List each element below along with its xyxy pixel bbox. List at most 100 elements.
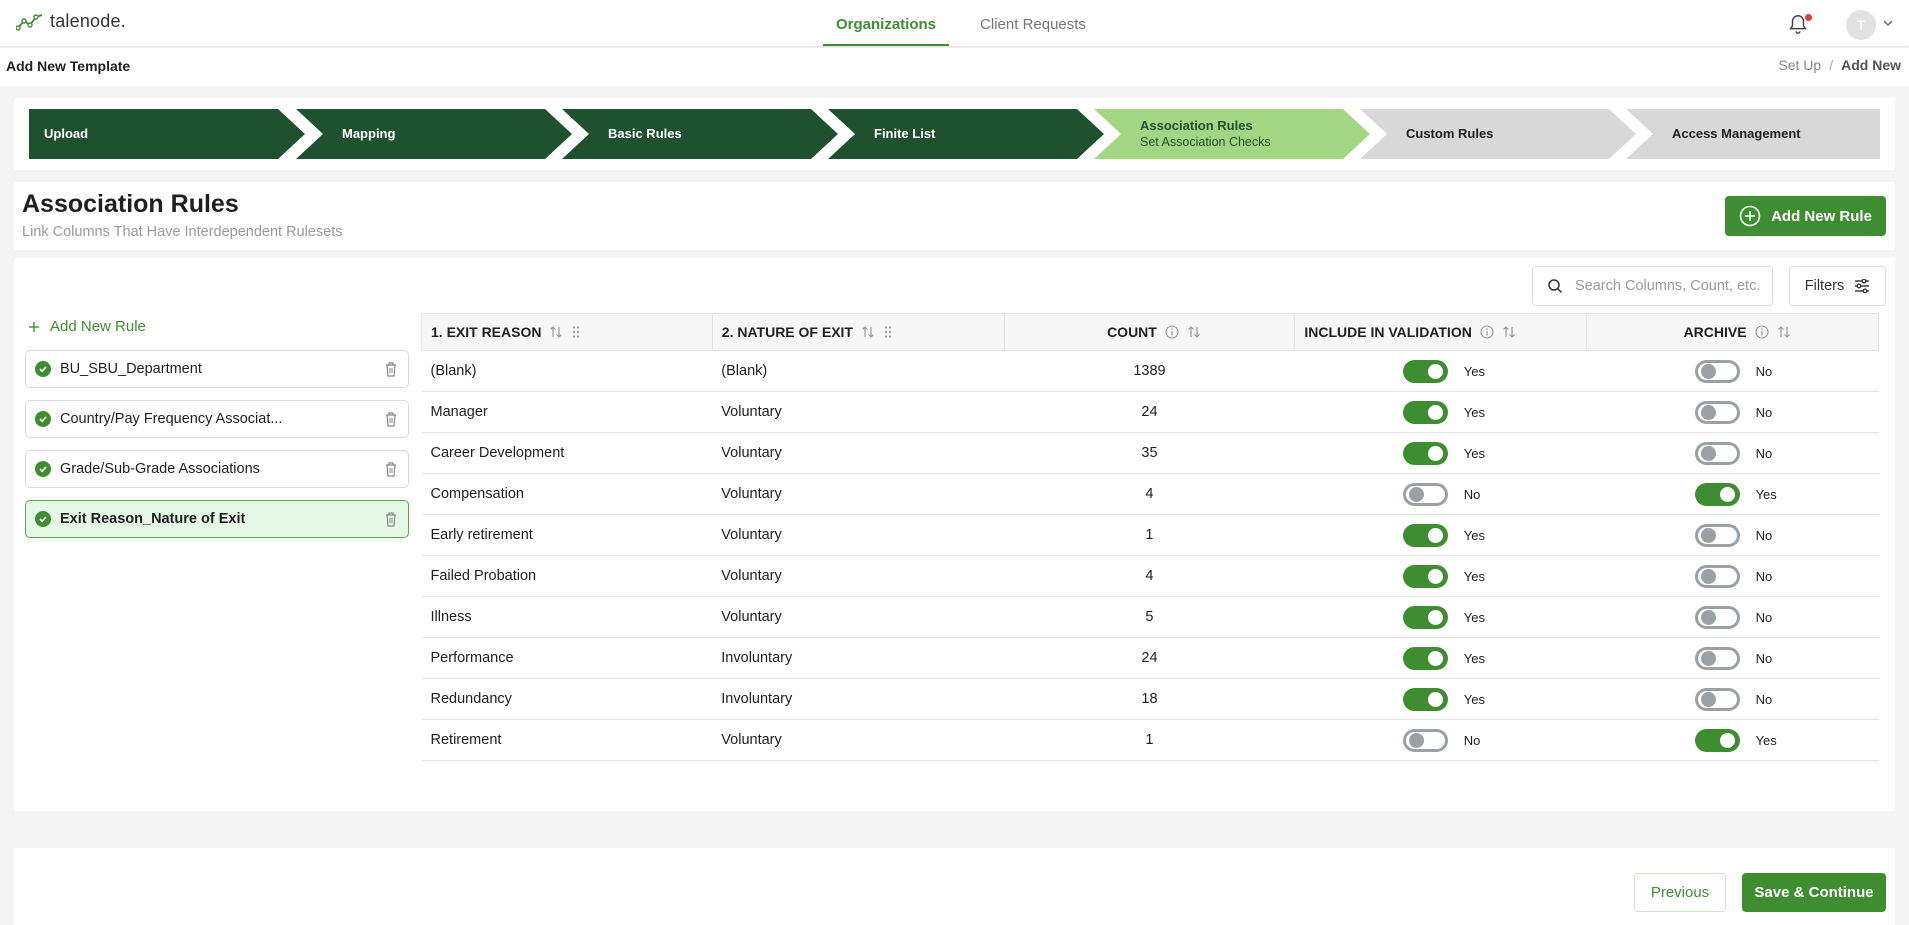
check-circle-icon [35, 361, 51, 377]
column-header-label: INCLUDE IN VALIDATION [1304, 324, 1472, 340]
sort-icon[interactable] [549, 325, 563, 339]
info-icon[interactable] [1480, 325, 1494, 339]
sort-icon[interactable] [1502, 325, 1516, 339]
progress-stepper: Upload Mapping Basic Rules Finite List A… [14, 98, 1895, 170]
filters-button[interactable]: Filters [1789, 266, 1886, 306]
cell-exit-reason: Redundancy [421, 678, 713, 720]
include-toggle[interactable] [1402, 605, 1448, 629]
step-label: Access Management [1672, 125, 1801, 141]
drag-icon[interactable] [883, 325, 893, 339]
step-label: Mapping [342, 125, 396, 141]
archive-toggle[interactable] [1694, 564, 1740, 588]
include-toggle-label: Yes [1463, 650, 1485, 666]
trash-icon[interactable] [384, 511, 398, 527]
rule-item-grade-sub-grade[interactable]: Grade/Sub-Grade Associations [25, 450, 409, 488]
cell-nature-of-exit: Voluntary [712, 555, 1005, 597]
step-sublabel: Set Association Checks [1140, 134, 1271, 149]
include-toggle[interactable] [1402, 400, 1448, 424]
archive-toggle[interactable] [1694, 646, 1740, 670]
check-circle-icon [35, 511, 51, 527]
cell-archive: No [1586, 432, 1879, 474]
step-access-management[interactable]: Access Management [1642, 108, 1801, 158]
add-new-rule-link[interactable]: Add New Rule [28, 318, 146, 335]
include-toggle-label: Yes [1463, 527, 1485, 543]
include-toggle[interactable] [1402, 523, 1448, 547]
cell-archive: No [1586, 350, 1879, 392]
cell-archive: Yes [1586, 719, 1879, 761]
archive-toggle[interactable] [1694, 687, 1740, 711]
trash-icon[interactable] [384, 461, 398, 477]
cell-include-in-validation: Yes [1294, 514, 1587, 556]
include-toggle[interactable] [1402, 687, 1448, 711]
cell-nature-of-exit: Voluntary [712, 473, 1005, 515]
step-upload[interactable]: Upload [14, 108, 88, 158]
column-header-count[interactable]: COUNT [1003, 313, 1296, 351]
archive-toggle[interactable] [1694, 482, 1740, 506]
cell-include-in-validation: Yes [1294, 391, 1587, 433]
cell-exit-reason: Illness [421, 596, 713, 638]
sort-icon[interactable] [1187, 325, 1201, 339]
include-toggle[interactable] [1402, 441, 1448, 465]
step-basic-rules[interactable]: Basic Rules [578, 108, 682, 158]
drag-icon[interactable] [571, 325, 581, 339]
rule-item-country-pay-frequency[interactable]: Country/Pay Frequency Associat... [25, 400, 409, 438]
tab-client-requests[interactable]: Client Requests [970, 0, 1096, 46]
table-row: Career Development Voluntary 35 Yes No [421, 432, 1879, 474]
app-logo[interactable]: talenode. [16, 11, 126, 32]
cell-count: 24 [1004, 391, 1295, 433]
step-label: Upload [44, 125, 89, 141]
archive-toggle[interactable] [1694, 728, 1740, 752]
cell-nature-of-exit: Voluntary [712, 719, 1005, 761]
trash-icon[interactable] [384, 361, 398, 377]
table-row: Manager Voluntary 24 Yes No [421, 391, 1879, 433]
search-icon [1548, 279, 1563, 294]
info-icon[interactable] [1755, 325, 1769, 339]
step-finite-list[interactable]: Finite List [844, 108, 935, 158]
include-toggle-label: Yes [1463, 609, 1485, 625]
archive-toggle[interactable] [1694, 400, 1740, 424]
avatar[interactable]: T [1846, 10, 1876, 40]
cell-archive: No [1586, 391, 1879, 433]
include-toggle[interactable] [1402, 564, 1448, 588]
sort-icon[interactable] [861, 325, 875, 339]
archive-toggle[interactable] [1694, 605, 1740, 629]
column-header-label: COUNT [1107, 324, 1157, 340]
include-toggle[interactable] [1402, 482, 1448, 506]
archive-toggle[interactable] [1694, 523, 1740, 547]
previous-button[interactable]: Previous [1634, 873, 1726, 912]
include-toggle[interactable] [1402, 359, 1448, 383]
table-row: Performance Involuntary 24 Yes No [421, 637, 1879, 679]
chevron-down-icon[interactable] [1882, 17, 1894, 29]
step-custom-rules[interactable]: Custom Rules [1376, 108, 1493, 158]
trash-icon[interactable] [384, 411, 398, 427]
sort-icon[interactable] [1777, 325, 1791, 339]
tab-organizations[interactable]: Organizations [823, 0, 949, 46]
cell-count: 1389 [1004, 350, 1295, 392]
info-icon[interactable] [1165, 325, 1179, 339]
step-mapping[interactable]: Mapping [312, 108, 395, 158]
search-input[interactable] [1575, 278, 1765, 294]
column-header-archive[interactable]: ARCHIVE [1586, 313, 1879, 351]
search-box[interactable] [1532, 266, 1773, 306]
table-row: Redundancy Involuntary 18 Yes No [421, 678, 1879, 720]
archive-toggle[interactable] [1694, 359, 1740, 383]
cell-include-in-validation: Yes [1294, 350, 1587, 392]
column-header-exit-reason[interactable]: 1. EXIT REASON [421, 313, 713, 351]
include-toggle[interactable] [1402, 646, 1448, 670]
archive-toggle[interactable] [1694, 441, 1740, 465]
rule-item-bu-sbu-department[interactable]: BU_SBU_Department [25, 350, 409, 388]
save-continue-button[interactable]: Save & Continue [1742, 873, 1886, 912]
include-toggle-label: Yes [1463, 363, 1485, 379]
cell-nature-of-exit: Voluntary [712, 596, 1005, 638]
step-label: Custom Rules [1406, 125, 1494, 141]
step-association-rules[interactable]: Association Rules Set Association Checks [1110, 108, 1271, 158]
rule-item-exit-reason-nature-of-exit[interactable]: Exit Reason_Nature of Exit [25, 500, 409, 538]
step-label: Basic Rules [608, 125, 682, 141]
add-circle-icon [1739, 205, 1761, 227]
add-new-rule-button[interactable]: Add New Rule [1725, 196, 1886, 236]
include-toggle[interactable] [1402, 728, 1448, 752]
footer-bar [14, 848, 1895, 925]
column-header-include-in-validation[interactable]: INCLUDE IN VALIDATION [1294, 313, 1588, 351]
column-header-nature-of-exit[interactable]: 2. NATURE OF EXIT [711, 313, 1005, 351]
breadcrumb-setup[interactable]: Set Up [1778, 57, 1821, 73]
